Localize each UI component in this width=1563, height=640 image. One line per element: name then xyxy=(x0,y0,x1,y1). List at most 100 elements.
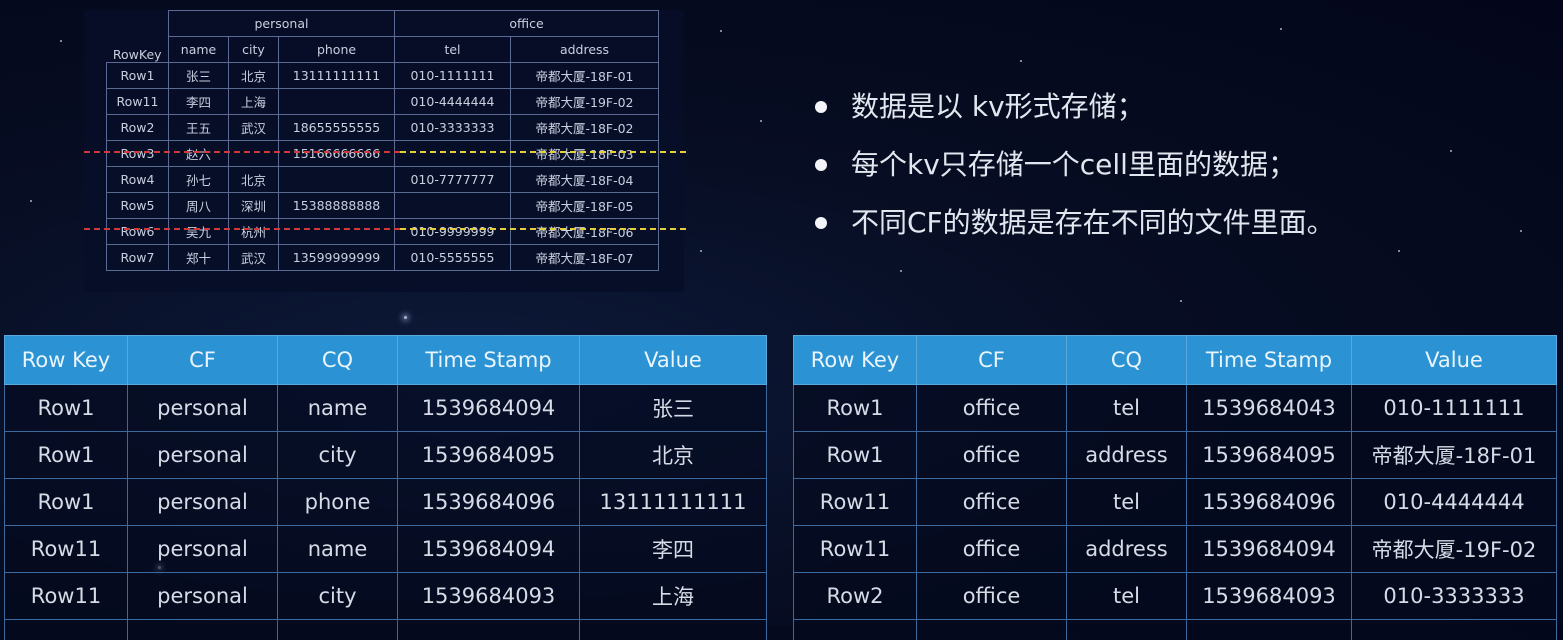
kv-table-personal: Row Key CF CQ Time Stamp Value Row1perso… xyxy=(4,335,767,640)
cf-cell: personal xyxy=(128,385,278,432)
bullet-item: 数据是以 kv形式存储； xyxy=(815,78,1335,136)
cf-cell: office xyxy=(917,432,1067,479)
value-cell: 帝都大厦-19F-02 xyxy=(1352,526,1557,573)
empty-cell xyxy=(5,620,128,640)
city-cell: 武汉 xyxy=(229,115,279,141)
bullet-text: 数据是以 kv形式存储； xyxy=(851,87,1145,127)
tel-cell: 010-9999999 xyxy=(395,219,511,245)
address-cell: 帝都大厦-18F-04 xyxy=(511,167,659,193)
cq-cell: phone xyxy=(278,479,398,526)
timestamp-cell: 1539684096 xyxy=(1187,479,1352,526)
city-cell xyxy=(229,141,279,167)
address-cell: 帝都大厦-18F-06 xyxy=(511,219,659,245)
address-cell: 帝都大厦-18F-03 xyxy=(511,141,659,167)
phone-cell: 15166666666 xyxy=(279,141,395,167)
name-cell: 李四 xyxy=(169,89,229,115)
name-cell: 赵六 xyxy=(169,141,229,167)
rowkey-cell: Row11 xyxy=(5,526,128,573)
timestamp-cell: 1539684043 xyxy=(1187,385,1352,432)
kv-header-cq: CQ xyxy=(1067,336,1187,385)
phone-cell: 15388888888 xyxy=(279,193,395,219)
table-row-cut-off xyxy=(5,620,767,640)
hbase-logical-table: personal office RowKey name city phone t… xyxy=(106,10,659,271)
rowkey-header: RowKey xyxy=(107,37,169,63)
empty-cell xyxy=(128,620,278,640)
city-cell: 北京 xyxy=(229,167,279,193)
rowkey-cell: Row1 xyxy=(5,432,128,479)
value-cell: 010-4444444 xyxy=(1352,479,1557,526)
col-header-city: city xyxy=(229,37,279,63)
empty-cell xyxy=(278,620,398,640)
name-cell: 郑十 xyxy=(169,245,229,271)
value-cell: 010-3333333 xyxy=(1352,573,1557,620)
kv-header-cf: CF xyxy=(917,336,1067,385)
kv-header-rowkey: Row Key xyxy=(5,336,128,385)
timestamp-cell: 1539684093 xyxy=(398,573,580,620)
cf-cell: office xyxy=(917,385,1067,432)
cq-cell: name xyxy=(278,385,398,432)
family-header-personal: personal xyxy=(169,11,395,37)
table-row: Row1personalcity1539684095北京 xyxy=(5,432,767,479)
kv-header-rowkey: Row Key xyxy=(794,336,917,385)
table-row: Row1personalname1539684094张三 xyxy=(5,385,767,432)
table-row: Row1officeaddress1539684095帝都大厦-18F-01 xyxy=(794,432,1557,479)
rowkey-cell: Row2 xyxy=(107,115,169,141)
bullet-list: 数据是以 kv形式存储； 每个kv只存储一个cell里面的数据； 不同CF的数据… xyxy=(815,78,1335,252)
tel-cell xyxy=(395,193,511,219)
col-header-phone: phone xyxy=(279,37,395,63)
rowkey-cell: Row1 xyxy=(794,432,917,479)
cq-cell: tel xyxy=(1067,385,1187,432)
table-row: Row4孙七北京010-7777777帝都大厦-18F-04 xyxy=(107,167,659,193)
tel-cell: 010-3333333 xyxy=(395,115,511,141)
empty-cell xyxy=(1352,620,1557,640)
kv-header-cq: CQ xyxy=(278,336,398,385)
rowkey-cell: Row2 xyxy=(794,573,917,620)
rowkey-cell: Row1 xyxy=(107,63,169,89)
family-divider-yellow-2 xyxy=(400,228,686,230)
family-divider-yellow-1 xyxy=(400,151,686,153)
table-row: Row1personalphone153968409613111111111 xyxy=(5,479,767,526)
value-cell: 帝都大厦-18F-01 xyxy=(1352,432,1557,479)
col-header-tel: tel xyxy=(395,37,511,63)
table-row: Row11officeaddress1539684094帝都大厦-19F-02 xyxy=(794,526,1557,573)
row-divider-red-1 xyxy=(84,151,400,153)
phone-cell xyxy=(279,89,395,115)
rowkey-cell: Row7 xyxy=(107,245,169,271)
cf-cell: personal xyxy=(128,573,278,620)
name-cell: 王五 xyxy=(169,115,229,141)
value-cell: 13111111111 xyxy=(580,479,767,526)
empty-cell xyxy=(1067,620,1187,640)
kv-header-value: Value xyxy=(580,336,767,385)
empty-cell xyxy=(1187,620,1352,640)
address-cell: 帝都大厦-18F-02 xyxy=(511,115,659,141)
bullet-text: 不同CF的数据是存在不同的文件里面。 xyxy=(851,203,1335,243)
cq-cell: address xyxy=(1067,432,1187,479)
phone-cell: 18655555555 xyxy=(279,115,395,141)
address-cell: 帝都大厦-18F-01 xyxy=(511,63,659,89)
name-cell: 孙七 xyxy=(169,167,229,193)
phone-cell: 13599999999 xyxy=(279,245,395,271)
table-row: Row2王五武汉18655555555010-3333333帝都大厦-18F-0… xyxy=(107,115,659,141)
table-row: Row11李四上海010-4444444帝都大厦-19F-02 xyxy=(107,89,659,115)
table-row: Row1officetel1539684043010-1111111 xyxy=(794,385,1557,432)
value-cell: 010-1111111 xyxy=(1352,385,1557,432)
address-cell: 帝都大厦-19F-02 xyxy=(511,89,659,115)
phone-cell: 13111111111 xyxy=(279,63,395,89)
kv-table-office: Row Key CF CQ Time Stamp Value Row1offic… xyxy=(793,335,1557,640)
cq-cell: tel xyxy=(1067,573,1187,620)
table-row: Row6吴九杭州010-9999999帝都大厦-18F-06 xyxy=(107,219,659,245)
value-cell: 张三 xyxy=(580,385,767,432)
kv-header-timestamp: Time Stamp xyxy=(1187,336,1352,385)
empty-cell xyxy=(398,620,580,640)
tel-cell: 010-5555555 xyxy=(395,245,511,271)
phone-cell xyxy=(279,219,395,245)
corner-cell xyxy=(107,11,169,37)
rowkey-cell: Row11 xyxy=(794,479,917,526)
address-cell: 帝都大厦-18F-07 xyxy=(511,245,659,271)
rowkey-cell: Row4 xyxy=(107,167,169,193)
col-header-address: address xyxy=(511,37,659,63)
timestamp-cell: 1539684094 xyxy=(398,385,580,432)
cq-cell: city xyxy=(278,432,398,479)
cf-cell: office xyxy=(917,479,1067,526)
name-cell: 周八 xyxy=(169,193,229,219)
